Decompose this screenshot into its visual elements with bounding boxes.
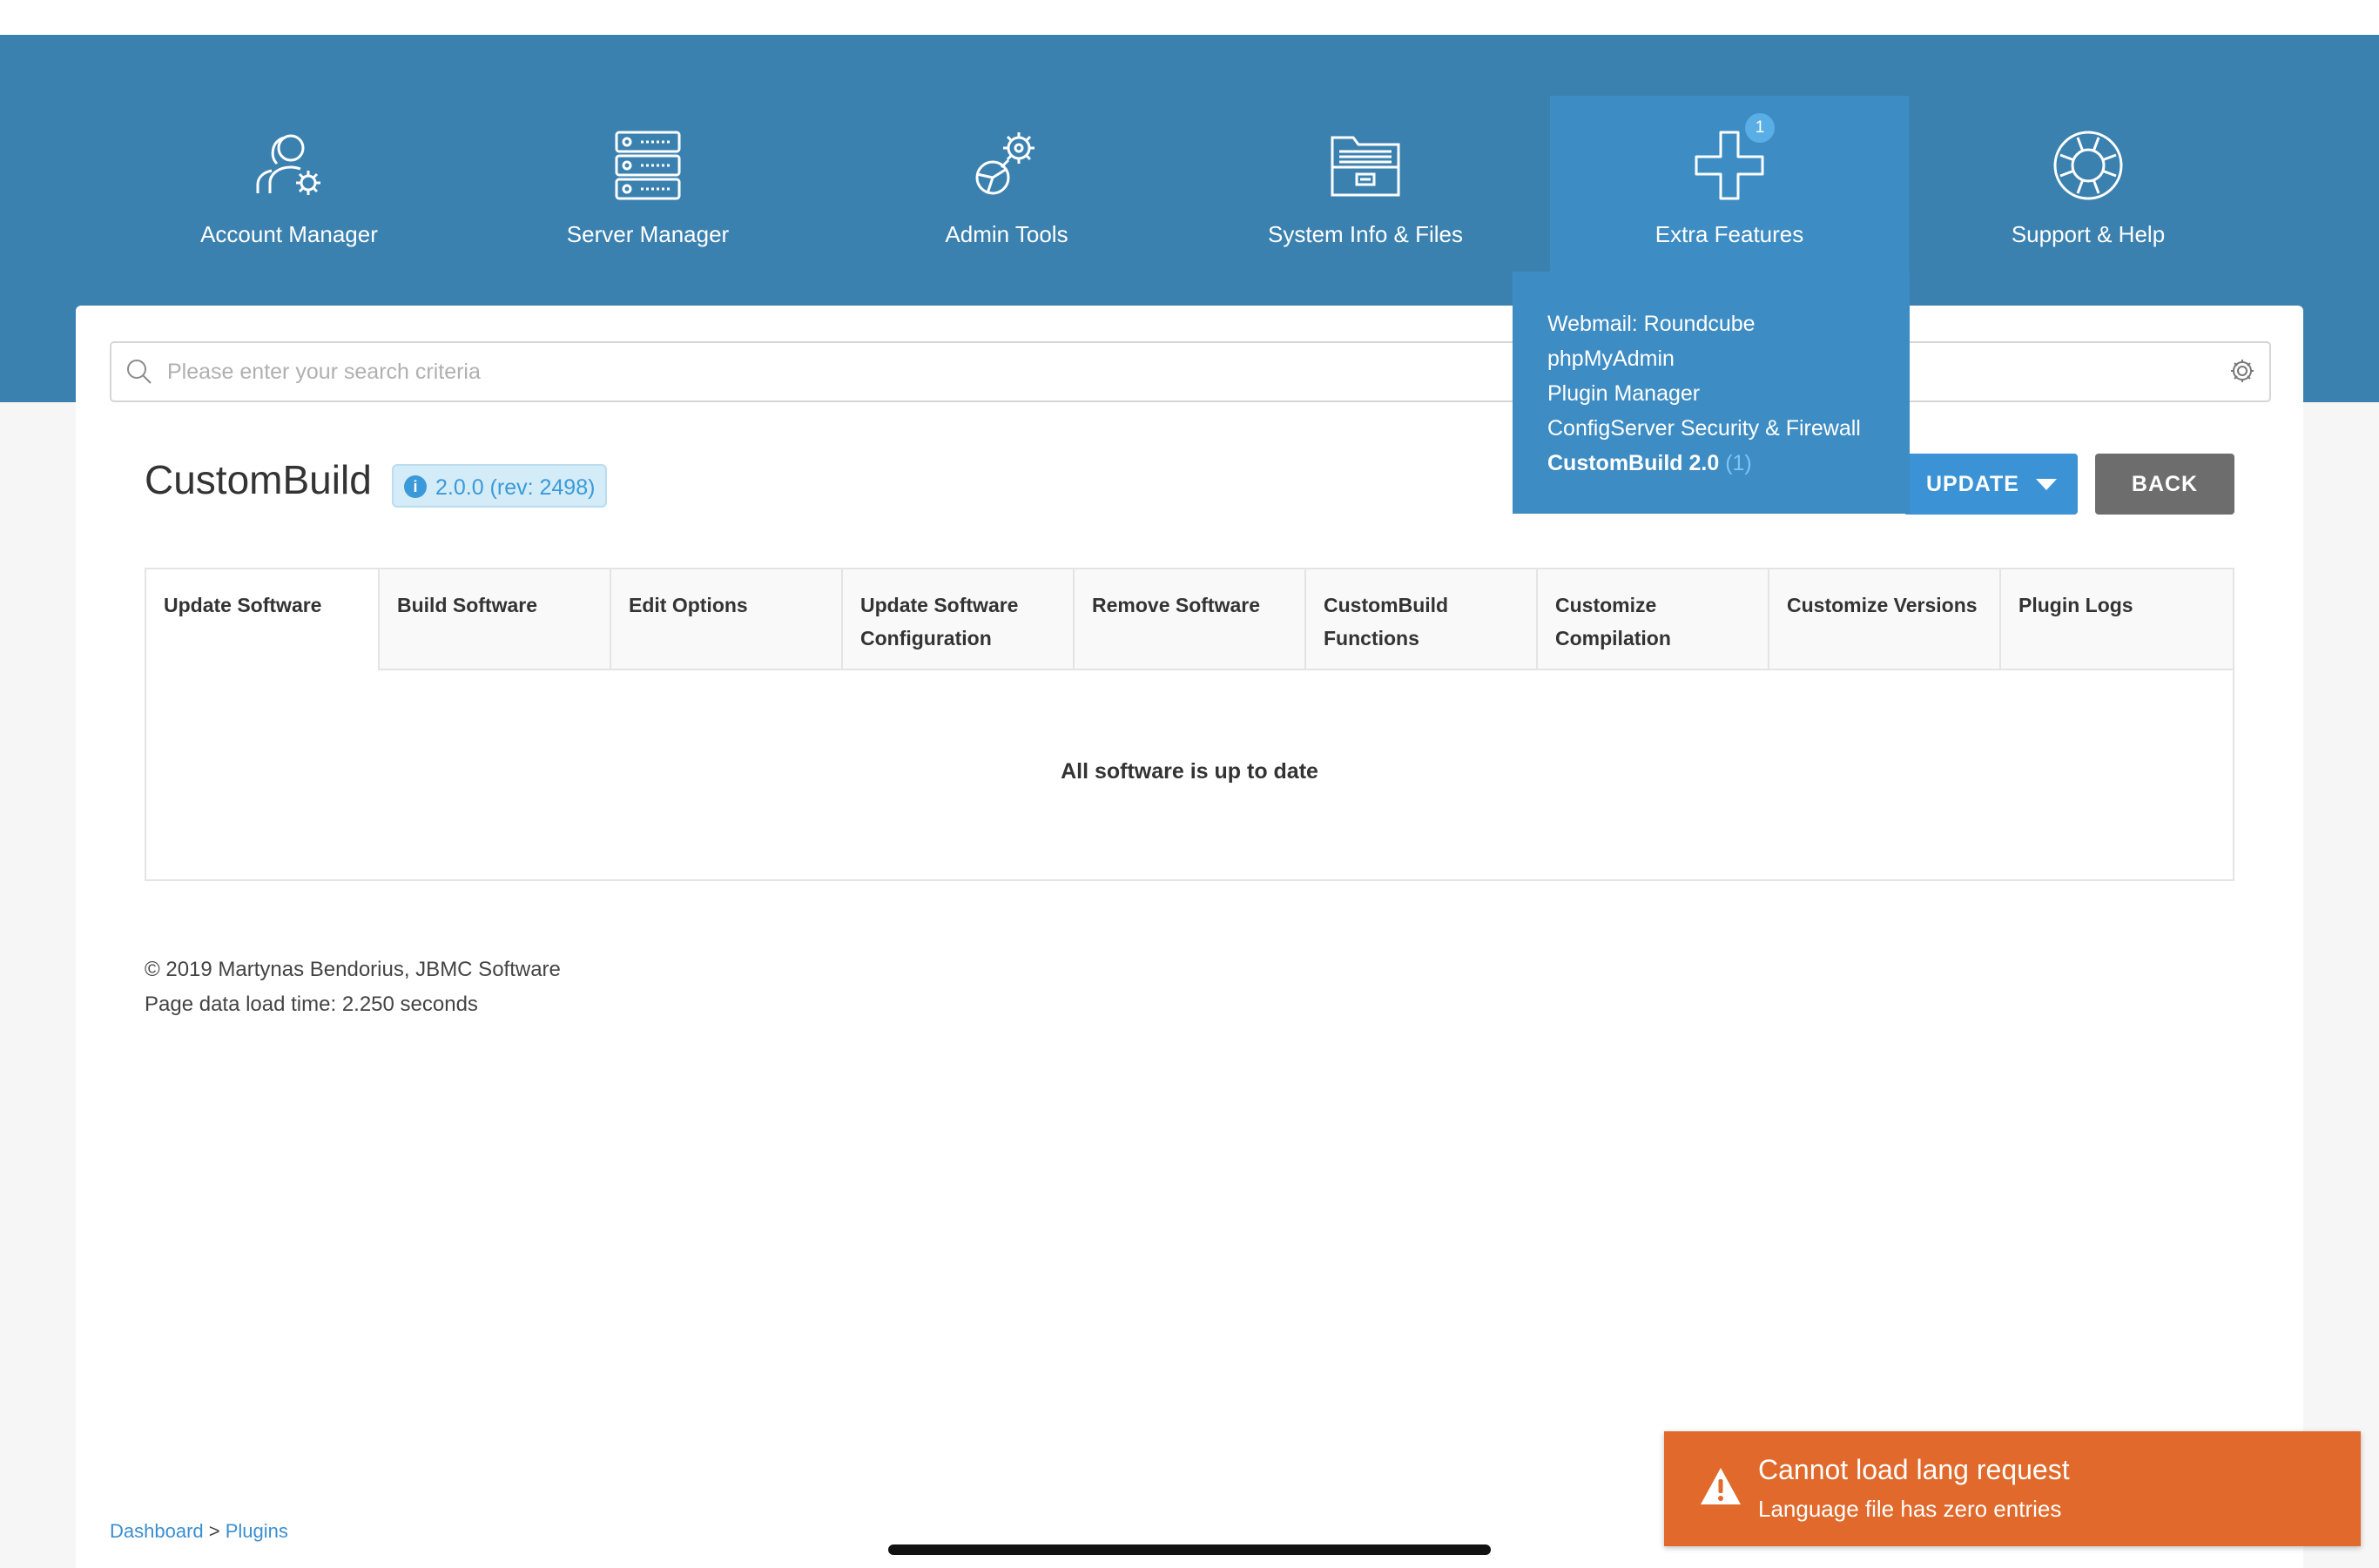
tab-edit-options[interactable]: Edit Options [610,569,841,670]
menu-item-webmail-roundcube[interactable]: Webmail: Roundcube [1547,306,1910,341]
menu-item-count: (1) [1725,451,1752,475]
nav-server-manager[interactable]: Server Manager [468,35,827,306]
nav-account-manager[interactable]: Account Manager [110,35,468,306]
notification-badge: 1 [1745,113,1775,143]
search-icon [127,360,152,384]
nav-label: Extra Features [1655,221,1804,247]
tab-customize-versions[interactable]: Customize Versions [1768,569,1999,670]
menu-item-configserver-firewall[interactable]: ConfigServer Security & Firewall [1547,411,1910,446]
page-title: CustomBuild [145,457,372,502]
breadcrumb-dashboard[interactable]: Dashboard [110,1520,204,1542]
breadcrumb-separator: > [208,1520,220,1542]
menu-item-phpmyadmin[interactable]: phpMyAdmin [1547,341,1910,376]
search-bar[interactable] [110,341,2271,402]
tab-customize-compilation[interactable]: Customize Compilation [1536,569,1768,670]
load-time-text: Page data load time: 2.250 seconds [145,993,478,1016]
menu-item-custombuild[interactable]: CustomBuild 2.0 (1) [1547,446,1910,481]
update-button-label: UPDATE [1926,472,2019,496]
status-message: All software is up to date [1061,759,1318,784]
nav-system-info-files[interactable]: System Info & Files [1186,35,1545,306]
extra-features-dropdown: Webmail: Roundcube phpMyAdmin Plugin Man… [1513,272,1910,514]
home-indicator[interactable] [888,1544,1491,1555]
copyright-text: © 2019 Martynas Bendorius, JBMC Software [145,958,561,981]
admin-tools-icon [975,132,1034,195]
tab-custombuild-functions[interactable]: CustomBuild Functions [1304,569,1536,670]
menu-item-plugin-manager[interactable]: Plugin Manager [1547,376,1910,411]
tabs-container: Update Software Build Software Edit Opti… [145,568,2234,881]
nav-support-help[interactable]: Support & Help [1909,35,2268,306]
version-text: 2.0.0 (rev: 2498) [435,475,596,500]
nav-label: Server Manager [566,221,730,247]
breadcrumb: Dashboard > Plugins [110,1520,288,1543]
nav-admin-tools[interactable]: Admin Tools [827,35,1186,306]
caret-down-icon [2036,479,2057,490]
tab-remove-software[interactable]: Remove Software [1073,569,1304,670]
error-toast[interactable]: Cannot load lang request Language file h… [1664,1431,2361,1546]
footer: © 2019 Martynas Bendorius, JBMC Software… [145,952,561,1022]
status-bar-area [0,0,2379,35]
back-button[interactable]: BACK [2095,454,2234,515]
breadcrumb-plugins[interactable]: Plugins [226,1520,288,1542]
server-icon [615,131,681,200]
toast-title: Cannot load lang request [1758,1454,2070,1485]
update-button[interactable]: UPDATE [1904,454,2078,515]
nav-label: Admin Tools [945,221,1068,247]
version-badge: i 2.0.0 (rev: 2498) [392,464,608,508]
info-icon: i [404,475,427,499]
tab-plugin-logs[interactable]: Plugin Logs [1999,569,2233,670]
tab-build-software[interactable]: Build Software [378,569,610,670]
nav-label: Support & Help [2011,221,2166,247]
tab-update-software[interactable]: Update Software [146,569,378,670]
gear-icon[interactable] [2229,358,2255,384]
menu-item-label: CustomBuild 2.0 [1547,451,1720,475]
folder-icon [1331,136,1400,197]
toast-message: Language file has zero entries [1758,1496,2062,1522]
nav-label: System Info & Files [1268,221,1463,247]
lifebuoy-icon [2053,131,2123,200]
nav-label: Account Manager [200,221,378,247]
warning-icon [1701,1468,1741,1504]
account-manager-icon [256,134,320,195]
tab-update-software-configuration[interactable]: Update Software Configuration [841,569,1073,670]
